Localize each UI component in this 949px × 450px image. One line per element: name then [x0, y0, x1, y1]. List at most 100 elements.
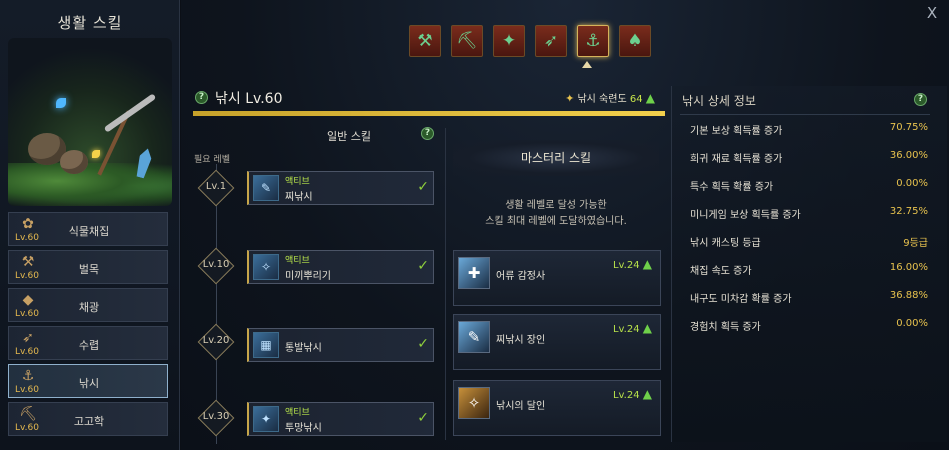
sidebar-item-hunting[interactable]: ➶ Lv.60 수렵 — [8, 326, 168, 360]
float-fishing-icon: ✎ — [253, 175, 279, 201]
skill-name: 통발낚시 — [285, 343, 322, 354]
skill-card-net-fishing[interactable]: ✦ 액티브 투망낚시 ✓ — [247, 402, 434, 436]
stat-row: 미니게임 보상 획득률 증가 32.75% — [690, 206, 928, 222]
stat-label: 미니게임 보상 획득률 증가 — [690, 210, 801, 221]
stat-label: 낚시 캐스팅 등급 — [690, 238, 761, 249]
checkmark-icon: ✓ — [417, 179, 429, 195]
mastery-card-float-master[interactable]: ✎ 찌낚시 장인 Lv.24 ▲ — [453, 314, 661, 370]
skill-name: 수렵 — [78, 339, 100, 352]
detail-title: 낚시 상세 정보 — [682, 94, 756, 108]
arrow-up-icon: ▲ — [642, 387, 652, 401]
checkmark-icon: ✓ — [417, 336, 429, 352]
stat-value: 0.00% — [896, 318, 928, 329]
sidebar-item-fishing[interactable]: ⚓ Lv.60 낚시 — [8, 364, 168, 398]
level-node-label: Lv.20 — [202, 335, 230, 346]
tool-logging[interactable]: ⛏ — [451, 25, 483, 57]
mastery-level: Lv.24 ▲ — [613, 321, 652, 335]
stat-row: 특수 획득 확률 증가 0.00% — [690, 178, 928, 194]
skill-name: 낚시 — [78, 377, 100, 390]
skill-card-trap-fishing[interactable]: ▦ 통발낚시 ✓ — [247, 328, 434, 362]
skill-header: ? 낚시 Lv.60 ✦ 낚시 숙련도 64 ▲ — [193, 88, 665, 110]
checkmark-icon: ✓ — [417, 410, 429, 426]
skill-card-float-fishing[interactable]: ✎ 액티브 찌낚시 ✓ — [247, 171, 434, 205]
help-icon[interactable]: ? — [914, 93, 927, 106]
stat-row: 경험치 획득 증가 0.00% — [690, 318, 928, 334]
proficiency-icon: ✦ — [565, 92, 575, 105]
skill-type-tag: 액티브 — [285, 408, 310, 418]
proficiency-bar — [193, 111, 665, 116]
mastery-name: 낚시의 달인 — [496, 401, 546, 412]
life-skill-list: ✿ Lv.60 식물채집 ⚒ Lv.60 벌목 ◆ Lv.60 채광 ➶ Lv.… — [8, 212, 168, 440]
stat-value: 9등급 — [903, 238, 928, 249]
appraiser-icon: ✚ — [458, 257, 490, 289]
stat-label: 채집 속도 증가 — [690, 266, 752, 277]
stat-label: 희귀 재료 획득률 증가 — [690, 154, 783, 165]
mastery-level-value: Lv.24 — [612, 260, 640, 271]
tool-hunting[interactable]: ➶ — [535, 25, 567, 57]
stat-label: 내구도 미차감 확률 증가 — [690, 294, 792, 305]
trap-icon: ▦ — [253, 332, 279, 358]
mastery-description: 생활 레벨로 달성 가능한 스킬 최대 레벨에 도달하였습니다. — [453, 198, 659, 230]
yellow-butterfly-art — [92, 150, 100, 158]
mastery-name: 어류 감정사 — [496, 271, 546, 282]
sidebar-item-herbalism[interactable]: ✿ Lv.60 식물채집 — [8, 212, 168, 246]
mastery-level: Lv.24 ▲ — [613, 387, 652, 401]
skill-card-bait-scatter[interactable]: ✧ 액티브 미끼뿌리기 ✓ — [247, 250, 434, 284]
level-node: Lv.1 — [197, 169, 235, 207]
stat-value: 32.75% — [889, 206, 928, 217]
tool-herbalism[interactable]: ⚒ — [409, 25, 441, 57]
pickaxe-head-art — [103, 93, 157, 133]
stat-row: 기본 보상 획득률 증가 70.75% — [690, 122, 928, 138]
level-node-label: Lv.10 — [202, 259, 230, 270]
stat-value: 0.00% — [896, 178, 928, 189]
required-level-label: 필요 레벨 — [194, 155, 230, 165]
sidebar-item-mining[interactable]: ◆ Lv.60 채광 — [8, 288, 168, 322]
sidebar-item-logging[interactable]: ⚒ Lv.60 벌목 — [8, 250, 168, 284]
life-skill-sidebar: 생활 스킬 ✿ Lv.60 식물채집 ⚒ Lv.60 벌목 ◆ Lv.60 채광… — [0, 0, 180, 450]
level-node-label: Lv.30 — [202, 411, 230, 422]
stat-row: 낚시 캐스팅 등급 9등급 — [690, 234, 928, 250]
skill-name: 벌목 — [78, 263, 100, 276]
stat-label: 기본 보상 획득률 증가 — [690, 126, 783, 137]
help-icon[interactable]: ? — [195, 91, 208, 104]
tool-archaeology[interactable]: ♠ — [619, 25, 651, 57]
skill-name: 찌낚시 — [285, 192, 313, 203]
arrow-up-icon: ▲ — [645, 91, 655, 105]
sidebar-title: 생활 스킬 — [57, 14, 123, 32]
mastery-level: Lv.24 ▲ — [613, 257, 652, 271]
skill-type-tag: 액티브 — [285, 177, 310, 187]
skill-name: 고고학 — [73, 415, 105, 428]
proficiency-bar-fill — [193, 111, 665, 116]
tool-fishing[interactable]: ⚓ — [577, 25, 609, 57]
stat-label: 특수 획득 확률 증가 — [690, 182, 774, 193]
mastery-level-value: Lv.24 — [612, 324, 640, 335]
blue-butterfly-art — [56, 98, 66, 108]
skill-title: 낚시 Lv.60 — [215, 91, 283, 107]
stat-value: 16.00% — [889, 262, 928, 273]
fishing-skill-panel: X ⚒ ⛏ ✦ ➶ ⚓ ♠ ? 낚시 Lv.60 ✦ 낚시 숙련도 64 ▲ 일… — [181, 0, 949, 450]
sidebar-illustration — [8, 38, 172, 206]
stat-value: 36.00% — [889, 150, 928, 161]
skill-name: 미끼뿌리기 — [285, 271, 331, 282]
fishing-expert-icon: ✧ — [458, 387, 490, 419]
mastery-card-fish-appraiser[interactable]: ✚ 어류 감정사 Lv.24 ▲ — [453, 250, 661, 306]
sidebar-item-archaeology[interactable]: ⛏ Lv.60 고고학 — [8, 402, 168, 436]
mastery-description-line1: 생활 레벨로 달성 가능한 — [505, 200, 607, 211]
skill-type-tag: 액티브 — [285, 256, 310, 266]
mastery-description-line2: 스킬 최대 레벨에 도달하였습니다. — [485, 216, 627, 227]
stat-value: 70.75% — [889, 122, 928, 133]
stat-label: 경험치 획득 증가 — [690, 322, 761, 333]
level-node: Lv.10 — [197, 247, 235, 285]
help-icon[interactable]: ? — [421, 127, 434, 140]
close-button[interactable]: X — [923, 4, 941, 22]
column-divider — [445, 128, 446, 440]
mastery-card-fishing-expert[interactable]: ✧ 낚시의 달인 Lv.24 ▲ — [453, 380, 661, 436]
tool-mining[interactable]: ✦ — [493, 25, 525, 57]
arrow-up-icon: ▲ — [642, 321, 652, 335]
bush-art — [8, 163, 172, 206]
stat-row: 채집 속도 증가 16.00% — [690, 262, 928, 278]
level-node-label: Lv.1 — [205, 181, 227, 192]
normal-skill-title: 일반 스킬 — [327, 130, 371, 143]
bait-icon: ✧ — [253, 254, 279, 280]
stat-row: 내구도 미차감 확률 증가 36.88% — [690, 290, 928, 306]
